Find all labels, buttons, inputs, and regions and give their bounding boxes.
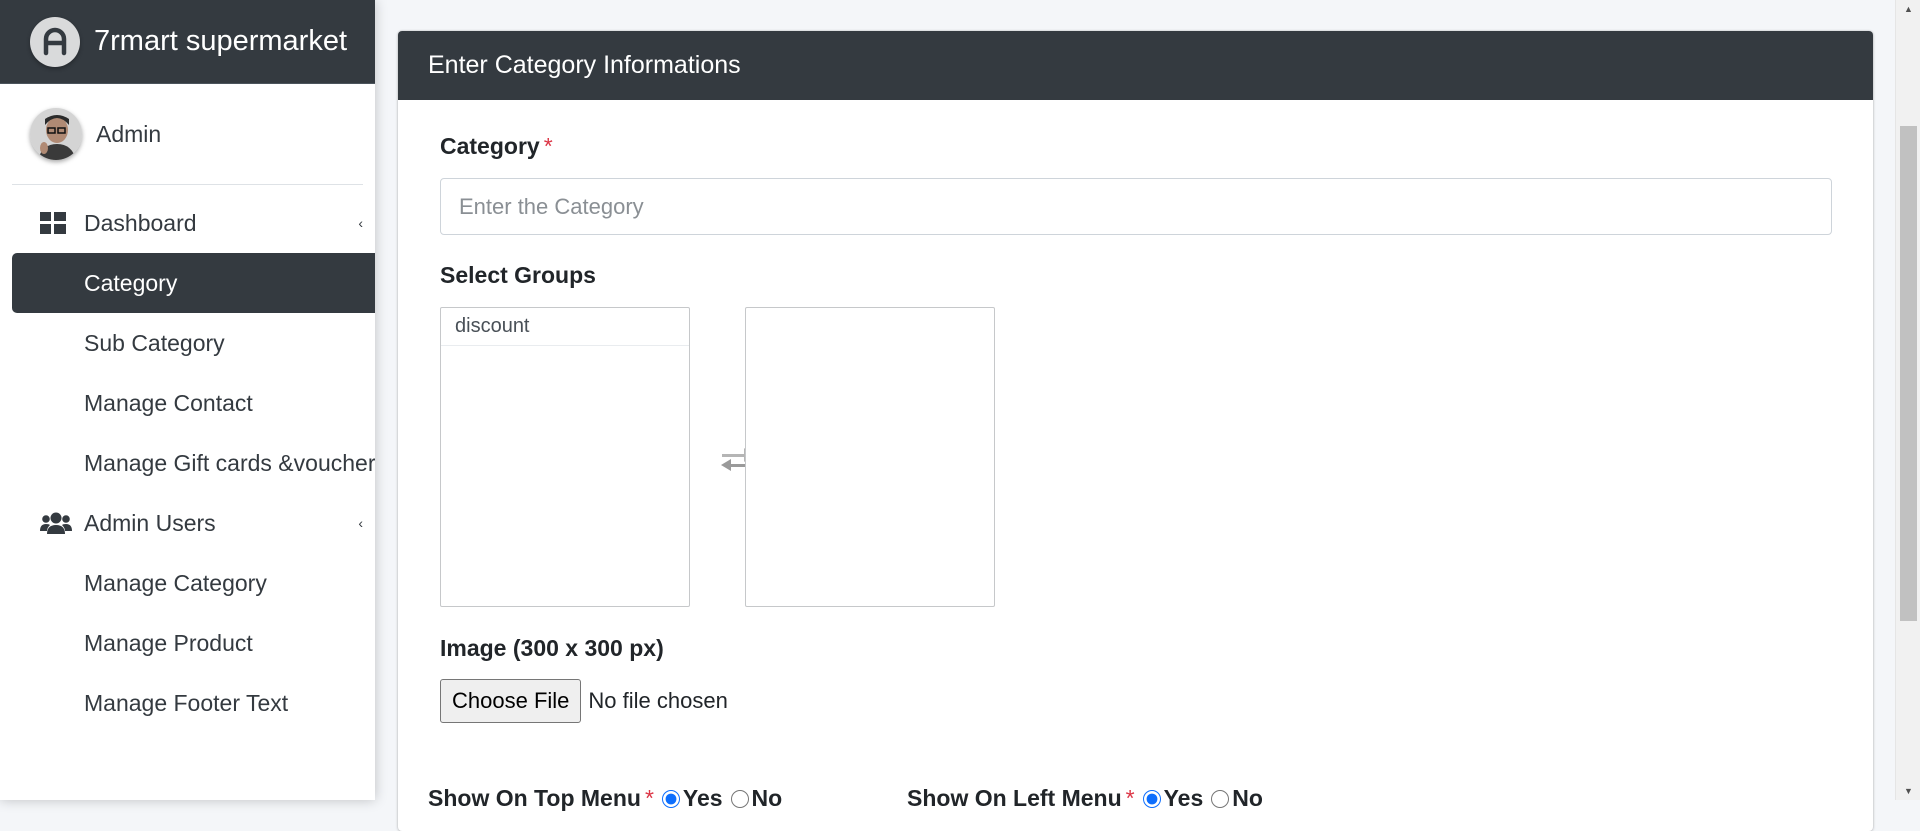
required-mark: * <box>1125 785 1135 811</box>
selected-groups-list[interactable] <box>745 307 995 607</box>
sidebar-item-label: Category <box>84 269 178 296</box>
sidebar-item-label: Manage Gift cards &voucher <box>84 449 375 476</box>
brand-logo-icon <box>30 16 80 67</box>
required-mark: * <box>644 785 654 811</box>
main-content: Enter Category Informations Category* Se… <box>375 0 1895 831</box>
sidebar-item-manage-contact[interactable]: Manage Contact <box>12 373 363 433</box>
top-menu-radio-group: Show On Top Menu * Yes No <box>428 785 782 812</box>
category-input[interactable] <box>440 178 1832 235</box>
category-label: Category * <box>440 133 553 160</box>
choose-file-button[interactable]: Choose File <box>440 679 582 723</box>
dashboard-icon <box>40 212 66 234</box>
sidebar-item-admin-users[interactable]: Admin Users ‹ <box>12 493 363 553</box>
category-form-card: Enter Category Informations Category* Se… <box>398 31 1873 831</box>
sidebar-item-label: Dashboard <box>84 209 197 236</box>
sidebar-item-label: Manage Contact <box>84 389 253 416</box>
scroll-down-arrow-icon[interactable]: ▼ <box>1896 782 1920 800</box>
list-item[interactable]: discount <box>441 308 689 346</box>
sidebar-item-manage-footer-text[interactable]: Manage Footer Text <box>12 673 363 733</box>
yes-label: Yes <box>682 785 723 811</box>
sidebar-item-dashboard[interactable]: Dashboard ‹ <box>12 193 363 253</box>
sidebar-item-label: Manage Category <box>84 569 267 596</box>
card-header: Enter Category Informations <box>398 31 1873 100</box>
scroll-up-arrow-icon[interactable]: ▲ <box>1896 0 1920 18</box>
user-name: Admin <box>96 120 162 147</box>
scrollbar-thumb[interactable] <box>1900 126 1917 621</box>
sidebar-item-label: Manage Footer Text <box>84 689 289 716</box>
sidebar-item-manage-category[interactable]: Manage Category <box>12 553 363 613</box>
left-menu-yes-radio[interactable] <box>1142 789 1161 808</box>
available-groups-list[interactable]: discount <box>440 307 690 607</box>
sidebar-item-sub-category[interactable]: Sub Category <box>12 313 363 373</box>
sidebar-item-label: Admin Users <box>84 509 216 536</box>
sidebar-item-category[interactable]: Category <box>12 253 375 313</box>
user-panel[interactable]: Admin <box>12 84 363 185</box>
file-status: No file chosen <box>588 688 728 713</box>
left-menu-label: Show On Left Menu <box>907 785 1122 811</box>
sidebar-item-label: Sub Category <box>84 329 225 356</box>
users-icon <box>40 511 72 535</box>
left-menu-radio-group: Show On Left Menu * Yes No <box>907 785 1263 812</box>
vertical-scrollbar[interactable]: ▲ ▼ <box>1895 0 1920 800</box>
sidebar-nav: Dashboard ‹ Category Sub Category Manage… <box>0 193 375 733</box>
required-mark: * <box>543 133 553 159</box>
brand-link[interactable]: 7rmart supermarket <box>0 0 375 84</box>
chevron-left-icon: ‹ <box>358 215 363 231</box>
top-menu-label: Show On Top Menu <box>428 785 641 811</box>
avatar <box>30 108 82 160</box>
file-input: Choose File No file chosen <box>440 679 728 723</box>
sidebar-item-manage-product[interactable]: Manage Product <box>12 613 363 673</box>
no-label: No <box>1232 785 1263 811</box>
card-title: Enter Category Informations <box>428 51 741 79</box>
sidebar: 7rmart supermarket Admin Dashboard ‹ Cat… <box>0 0 375 800</box>
brand-name: 7rmart supermarket <box>94 25 348 57</box>
sidebar-item-label: Manage Product <box>84 629 253 656</box>
yes-label: Yes <box>1163 785 1204 811</box>
top-menu-yes-radio[interactable] <box>661 789 680 808</box>
select-groups-label: Select Groups <box>440 262 596 288</box>
image-label: Image (300 x 300 px) <box>440 635 664 661</box>
category-label-text: Category <box>440 133 540 159</box>
top-menu-no-radio[interactable] <box>730 789 749 808</box>
no-label: No <box>751 785 783 811</box>
chevron-left-icon: ‹ <box>358 515 363 531</box>
sidebar-item-gift-cards[interactable]: Manage Gift cards &voucher <box>12 433 375 493</box>
left-menu-no-radio[interactable] <box>1211 789 1230 808</box>
